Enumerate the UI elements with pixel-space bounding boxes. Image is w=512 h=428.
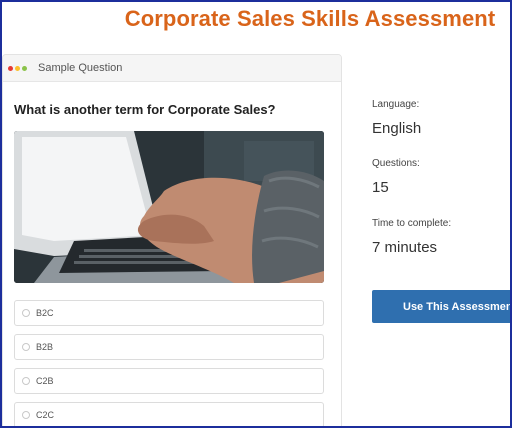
language-value: English [372, 120, 422, 137]
radio-circle-icon [22, 377, 30, 385]
time-value: 7 minutes [372, 239, 438, 256]
yellow-dot-icon [15, 66, 20, 71]
questions-label: Questions: [372, 158, 420, 169]
time-label: Time to complete: [372, 218, 452, 229]
radio-circle-icon [22, 309, 30, 317]
screenshot-frame: Corporate Sales Skills Assessment Sample… [0, 0, 512, 428]
radio-circle-icon [22, 343, 30, 351]
page-title: Corporate Sales Skills Assessment [124, 6, 496, 31]
option-label: B2B [36, 342, 54, 352]
answer-option-c2b[interactable]: C2B [14, 368, 324, 394]
use-assessment-button[interactable]: Use This Assessment [372, 290, 510, 323]
option-label: C2B [36, 376, 54, 386]
language-label: Language: [372, 99, 420, 110]
card-header-label: Sample Question [38, 62, 123, 74]
laptop-typing-photo [14, 131, 324, 283]
answer-option-c2c[interactable]: C2C [14, 402, 324, 426]
green-dot-icon [22, 66, 27, 71]
sample-question-card: Sample Question What is another term for… [2, 54, 342, 426]
window-dots [8, 66, 29, 71]
radio-circle-icon [22, 411, 30, 419]
question-text: What is another term for Corporate Sales… [14, 102, 276, 117]
card-header: Sample Question [3, 55, 341, 82]
questions-value: 15 [372, 179, 389, 196]
option-label: C2C [36, 410, 55, 420]
option-label: B2C [36, 308, 54, 318]
answer-option-b2c[interactable]: B2C [14, 300, 324, 326]
red-dot-icon [8, 66, 13, 71]
answer-option-b2b[interactable]: B2B [14, 334, 324, 360]
